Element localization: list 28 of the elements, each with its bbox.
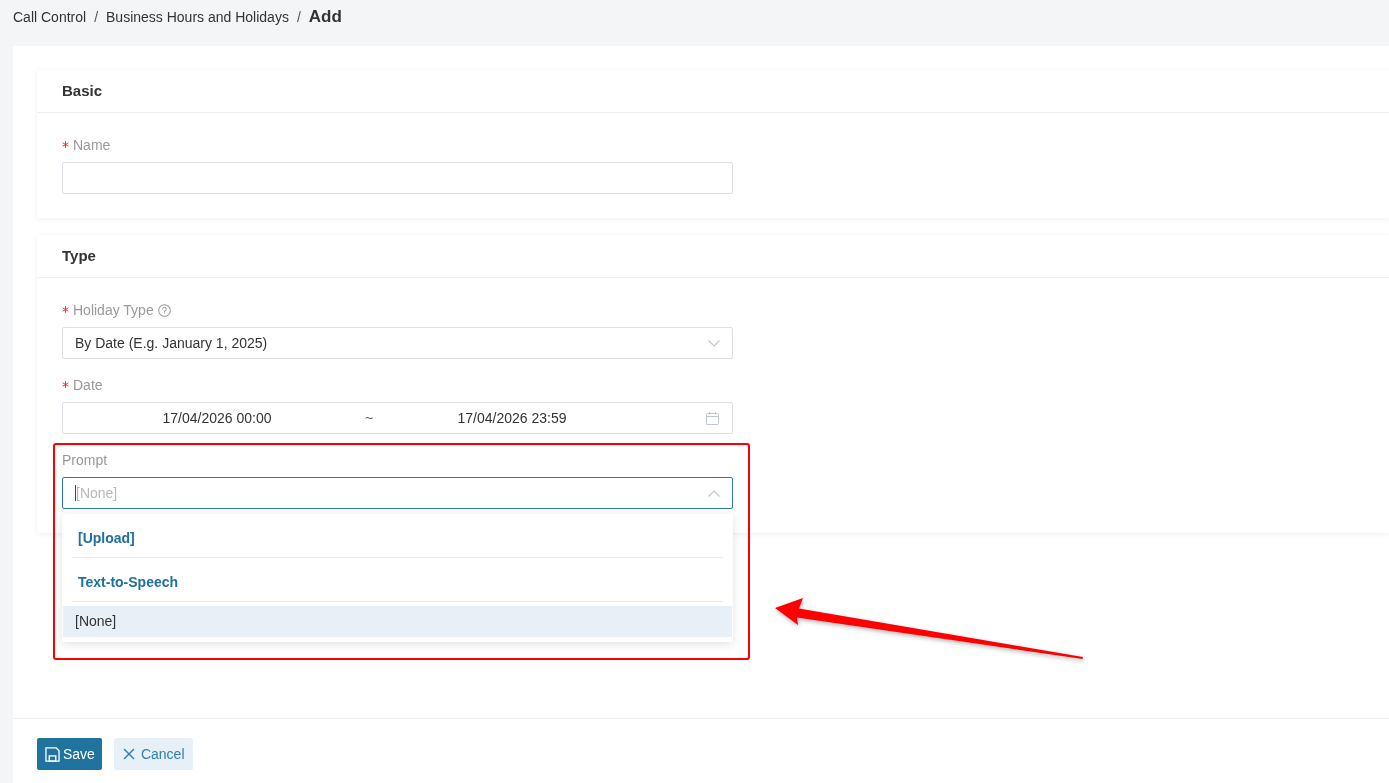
help-icon[interactable]: [157, 303, 171, 317]
cancel-button[interactable]: Cancel: [113, 738, 193, 770]
text-input[interactable]: [62, 162, 733, 194]
chevron-icon: [708, 489, 720, 497]
field-label: Holiday Type: [73, 300, 154, 320]
dropdown-option[interactable]: [None]: [63, 606, 732, 637]
section-title: Type: [62, 245, 96, 266]
chevron-icon: [708, 339, 720, 347]
text-cursor-icon: [75, 485, 76, 501]
range-separator: ~: [363, 408, 375, 428]
breadcrumb-link[interactable]: Business Hours and Holidays: [106, 7, 289, 27]
dropdown-action[interactable]: [Upload]: [72, 514, 723, 558]
end-date-input[interactable]: 17/04/2026 23:59: [375, 407, 649, 429]
save-button[interactable]: Save: [37, 738, 102, 770]
field-label: Prompt: [62, 450, 108, 470]
breadcrumb-separator: /: [94, 8, 99, 27]
calendar-icon: [706, 411, 719, 425]
field-label: Name: [73, 135, 111, 155]
breadcrumb-link[interactable]: Call Control: [13, 7, 87, 27]
select-field[interactable]: By Date (E.g. January 1, 2025): [62, 327, 733, 359]
section-title: Basic: [62, 80, 103, 101]
field-label: Date: [73, 375, 103, 395]
close-icon: [122, 748, 135, 760]
start-date-input[interactable]: 17/04/2026 00:00: [71, 407, 363, 429]
breadcrumb-current: Add: [308, 6, 342, 28]
dropdown-action[interactable]: Text-to-Speech: [72, 558, 723, 602]
breadcrumb-separator: /: [296, 8, 301, 27]
date-range-field[interactable]: 17/04/2026 00:00 ~ 17/04/2026 23:59: [62, 402, 733, 434]
